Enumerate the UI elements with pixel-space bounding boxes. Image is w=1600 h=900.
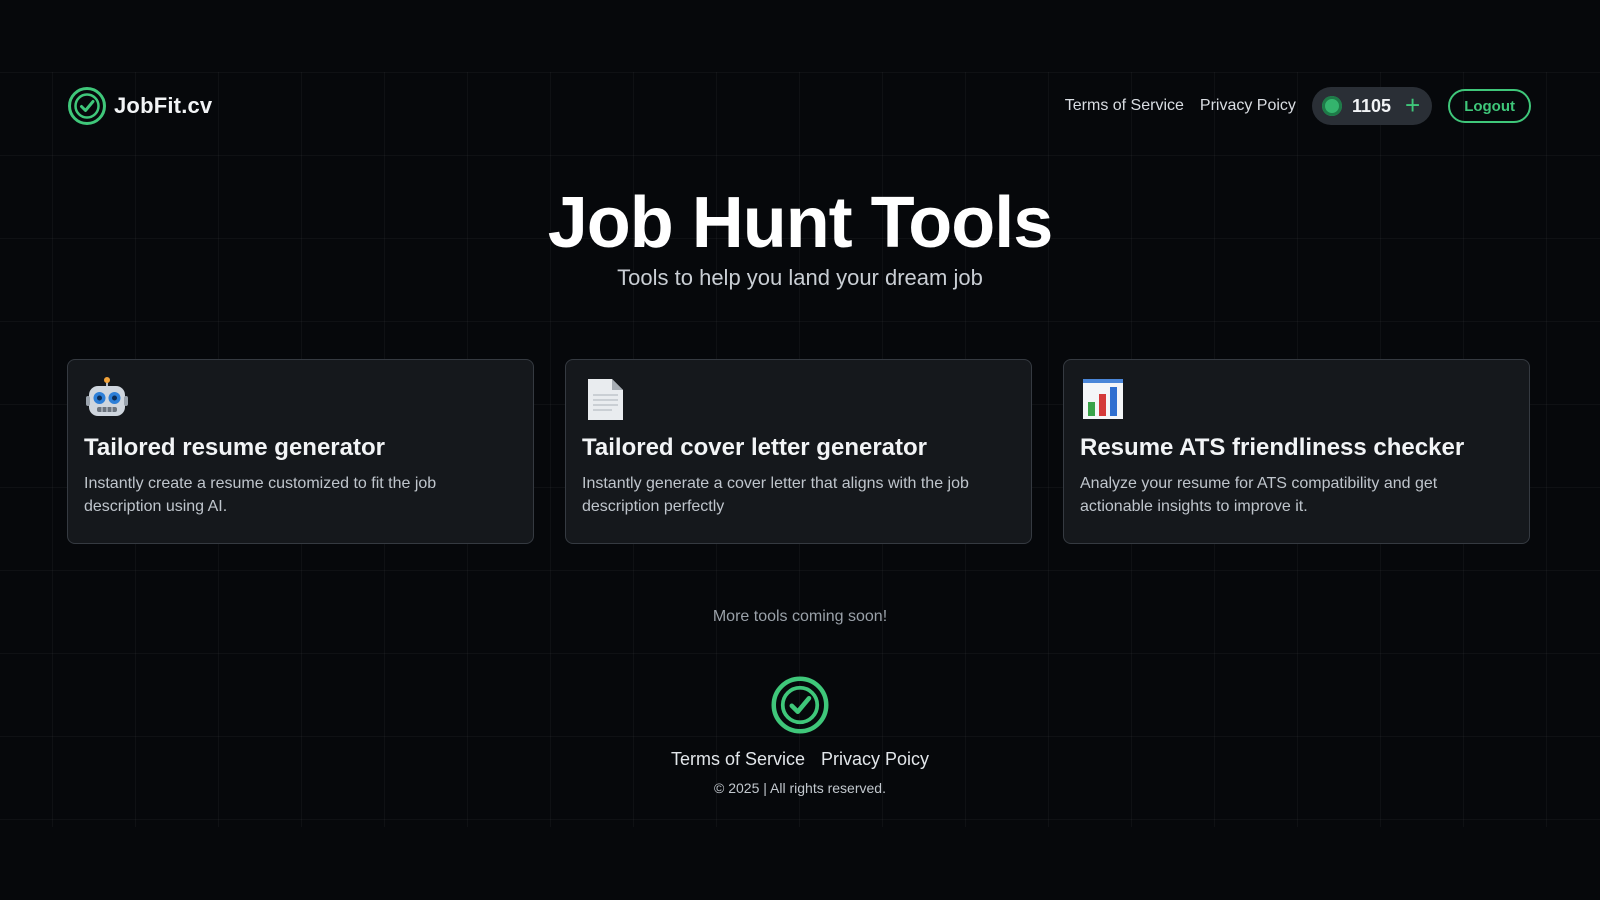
footer-terms-link[interactable]: Terms of Service — [671, 749, 805, 770]
brand-name: JobFit.cv — [114, 93, 213, 118]
hero: Job Hunt Tools Tools to help you land yo… — [0, 183, 1600, 291]
tool-card-description: Instantly generate a cover letter that a… — [582, 475, 969, 515]
coming-soon-text: More tools coming soon! — [712, 608, 888, 625]
bar-chart-icon — [1083, 379, 1123, 419]
tool-card-description: Instantly create a resume customized to … — [84, 475, 437, 515]
tool-card-ats-checker[interactable]: Resume ATS friendliness checker Analyze … — [1063, 359, 1530, 544]
footer-privacy-link[interactable]: Privacy Poicy — [821, 749, 929, 770]
top-nav: Terms of Service Privacy Poicy 1105 + Lo… — [1065, 87, 1531, 125]
logout-button[interactable]: Logout — [1448, 89, 1531, 123]
footer-links: Terms of Service Privacy Poicy — [0, 749, 1600, 770]
copyright: © 2025 | All rights reserved. — [714, 780, 886, 796]
tool-card-cover-letter-generator[interactable]: Tailored cover letter generator Instantl… — [565, 359, 1032, 544]
footer: Terms of Service Privacy Poicy © 2025 | … — [0, 675, 1600, 796]
tool-card-description: Analyze your resume for ATS compatibilit… — [1080, 475, 1438, 515]
privacy-link[interactable]: Privacy Poicy — [1200, 97, 1296, 115]
header: JobFit.cv Terms of Service Privacy Poicy… — [67, 84, 1531, 128]
tool-card-title: Tailored resume generator — [84, 434, 385, 461]
add-credits-button[interactable]: + — [1405, 92, 1420, 118]
terms-link[interactable]: Terms of Service — [1065, 97, 1184, 115]
document-icon — [588, 379, 623, 420]
tool-card-title: Tailored cover letter generator — [582, 434, 927, 461]
brand[interactable]: JobFit.cv — [67, 86, 212, 126]
tool-card-title: Resume ATS friendliness checker — [1080, 434, 1465, 461]
credits-pill: 1105 + — [1311, 87, 1433, 125]
tool-card-resume-generator[interactable]: Tailored resume generator Instantly crea… — [67, 359, 534, 544]
credit-count: 1105 — [1351, 95, 1391, 116]
check-badge-icon — [771, 676, 829, 734]
tool-cards: Tailored resume generator Instantly crea… — [67, 359, 1531, 544]
page: JobFit.cv Terms of Service Privacy Poicy… — [0, 0, 1600, 900]
check-badge-icon — [68, 87, 106, 125]
page-subtitle: Tools to help you land your dream job — [617, 265, 983, 290]
page-title: Job Hunt Tools — [547, 183, 1054, 263]
coin-icon — [1321, 96, 1342, 116]
robot-icon — [86, 377, 128, 416]
